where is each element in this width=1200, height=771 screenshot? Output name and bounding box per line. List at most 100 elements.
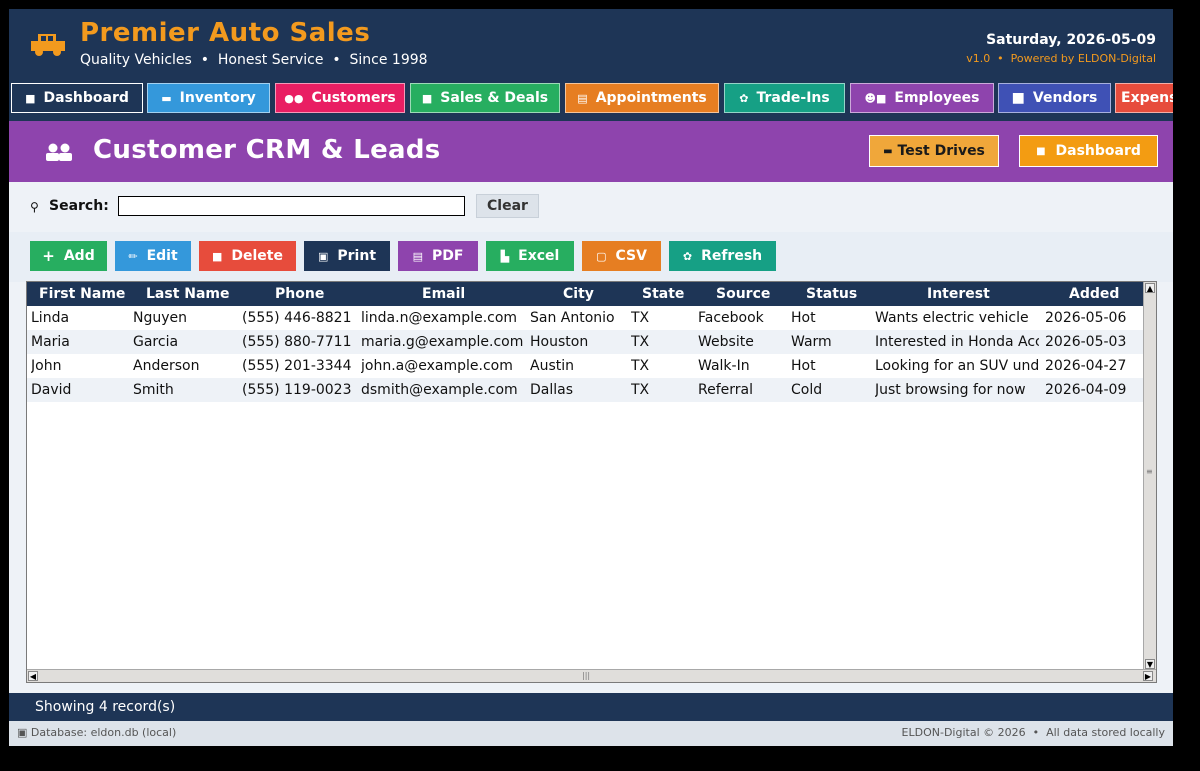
- column-header[interactable]: Last Name: [146, 282, 230, 306]
- current-date: Saturday, 2026-05-09: [986, 32, 1156, 48]
- nav-label: Inventory: [179, 90, 256, 106]
- square-icon: ■: [1011, 90, 1025, 106]
- app-window: Premier Auto Sales Quality Vehicles • Ho…: [9, 9, 1173, 746]
- cell-interest: Interested in Honda Acco: [875, 334, 1039, 350]
- nav-label: Appointments: [595, 90, 707, 106]
- record-count: Showing 4 record(s): [35, 699, 176, 715]
- csv-button[interactable]: ▢ CSV: [582, 241, 661, 271]
- vertical-scrollbar[interactable]: ▲ ≡ ▼: [1143, 282, 1156, 670]
- column-header[interactable]: Added: [1069, 282, 1119, 306]
- cell-first-name: Maria: [31, 334, 70, 350]
- cell-status: Hot: [791, 358, 816, 374]
- column-header[interactable]: State: [642, 282, 684, 306]
- print-label: Print: [337, 248, 377, 264]
- excel-button[interactable]: ▙ Excel: [486, 241, 574, 271]
- nav-appointments-button[interactable]: ▤ Appointments: [565, 83, 719, 113]
- column-header[interactable]: First Name: [39, 282, 125, 306]
- trash-icon: ■: [211, 249, 223, 263]
- cell-last-name: Smith: [133, 382, 174, 398]
- table-header: First Name Last Name Phone Email City St…: [27, 282, 1144, 306]
- csv-label: CSV: [615, 248, 647, 264]
- app-header: Premier Auto Sales Quality Vehicles • Ho…: [9, 9, 1173, 79]
- scroll-down-icon[interactable]: ▼: [1145, 659, 1155, 669]
- table-row[interactable]: David Smith (555) 119-0023 dsmith@exampl…: [27, 378, 1144, 402]
- cell-status: Cold: [791, 382, 823, 398]
- cell-state: TX: [631, 358, 650, 374]
- scroll-left-icon[interactable]: ◀: [28, 671, 38, 681]
- nav-dashboard-button[interactable]: ■ Dashboard: [11, 83, 143, 113]
- column-header[interactable]: Email: [422, 282, 465, 306]
- car-icon: ▬: [883, 145, 893, 157]
- pencil-icon: ✏: [128, 249, 138, 263]
- cell-last-name: Anderson: [133, 358, 200, 374]
- page-title: Customer CRM & Leads: [93, 135, 441, 165]
- nav-label: Dashboard: [43, 90, 129, 106]
- table-row[interactable]: John Anderson (555) 201-3344 john.a@exam…: [27, 354, 1144, 378]
- cell-city: Austin: [530, 358, 574, 374]
- test-drives-button[interactable]: ▬ Test Drives: [869, 135, 999, 167]
- cell-email: john.a@example.com: [361, 358, 513, 374]
- print-button[interactable]: ▣ Print: [304, 241, 390, 271]
- car-icon: ▬: [161, 91, 172, 105]
- briefcase-icon: ■: [421, 91, 433, 105]
- cell-first-name: John: [31, 358, 62, 374]
- nav-inventory-button[interactable]: ▬ Inventory: [147, 83, 270, 113]
- table-row[interactable]: Maria Garcia (555) 880-7711 maria.g@exam…: [27, 330, 1144, 354]
- disk-icon: ▣: [17, 726, 31, 739]
- car-logo-icon: [31, 34, 65, 56]
- nav-label: Customers: [311, 90, 396, 106]
- main-nav: ■ Dashboard ▬ Inventory ●● Customers ■ Sales…: [9, 79, 1173, 121]
- cell-city: San Antonio: [530, 310, 615, 326]
- customers-table[interactable]: First Name Last Name Phone Email City St…: [26, 281, 1157, 683]
- column-header[interactable]: Interest: [927, 282, 990, 306]
- nav-employees-button[interactable]: ☻■ Employees: [850, 83, 994, 113]
- cell-state: TX: [631, 310, 650, 326]
- search-input[interactable]: [118, 196, 465, 216]
- search-label: Search:: [49, 198, 109, 214]
- users-icon: ●●: [284, 91, 304, 105]
- column-header[interactable]: Status: [806, 282, 857, 306]
- banner-dashboard-button[interactable]: ■ Dashboard: [1019, 135, 1158, 167]
- file-icon: ▢: [596, 249, 607, 263]
- cell-phone: (555) 880-7711: [242, 334, 352, 350]
- cell-city: Dallas: [530, 382, 574, 398]
- document-icon: ▤: [412, 249, 423, 263]
- column-header[interactable]: City: [563, 282, 594, 306]
- scroll-grip-icon[interactable]: |||: [582, 671, 590, 680]
- add-button[interactable]: + Add: [30, 241, 107, 271]
- column-header[interactable]: Source: [716, 282, 770, 306]
- gear-icon: ✿: [739, 91, 749, 105]
- nav-customers-button[interactable]: ●● Customers: [275, 83, 405, 113]
- cell-source: Referral: [698, 382, 753, 398]
- cell-email: dsmith@example.com: [361, 382, 518, 398]
- excel-label: Excel: [518, 248, 560, 264]
- cell-added: 2026-05-03: [1045, 334, 1127, 350]
- horizontal-scrollbar[interactable]: ◀ ||| ▶: [27, 669, 1156, 682]
- nav-expenses-button[interactable]: Expenses: [1115, 83, 1173, 113]
- scroll-right-icon[interactable]: ▶: [1143, 671, 1153, 681]
- cell-phone: (555) 119-0023: [242, 382, 352, 398]
- scroll-up-icon[interactable]: ▲: [1145, 283, 1155, 293]
- cell-interest: Just browsing for now: [875, 382, 1026, 398]
- edit-button[interactable]: ✏ Edit: [115, 241, 191, 271]
- app-title: Premier Auto Sales: [80, 18, 371, 48]
- add-label: Add: [63, 248, 95, 264]
- cell-last-name: Nguyen: [133, 310, 188, 326]
- table-row[interactable]: Linda Nguyen (555) 446-8821 linda.n@exam…: [27, 306, 1144, 330]
- nav-vendors-button[interactable]: ■ Vendors: [998, 83, 1111, 113]
- footer: ▣ Database: eldon.db (local) ELDON-Digit…: [9, 721, 1173, 746]
- column-header[interactable]: Phone: [275, 282, 324, 306]
- refresh-icon: ✿: [682, 249, 693, 263]
- clear-button[interactable]: Clear: [476, 194, 539, 218]
- cell-interest: Looking for an SUV unde: [875, 358, 1039, 374]
- nav-tradeins-button[interactable]: ✿ Trade-Ins: [724, 83, 845, 113]
- cell-phone: (555) 201-3344: [242, 358, 352, 374]
- delete-label: Delete: [231, 248, 283, 264]
- nav-sales-button[interactable]: ■ Sales & Deals: [410, 83, 560, 113]
- pdf-button[interactable]: ▤ PDF: [398, 241, 478, 271]
- refresh-button[interactable]: ✿ Refresh: [669, 241, 776, 271]
- cell-state: TX: [631, 382, 650, 398]
- scroll-grip-icon[interactable]: ≡: [1146, 467, 1153, 476]
- app-subtitle: Quality Vehicles • Honest Service • Sinc…: [80, 52, 428, 68]
- delete-button[interactable]: ■ Delete: [199, 241, 296, 271]
